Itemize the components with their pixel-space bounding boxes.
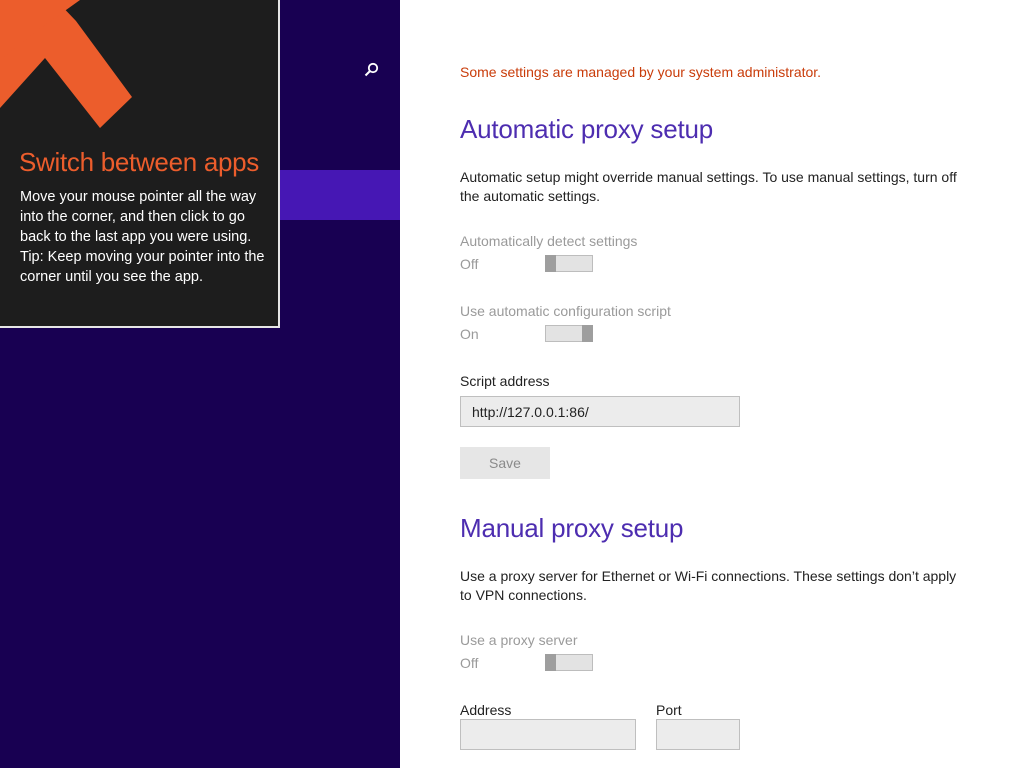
corner-arrow-icon <box>0 0 132 128</box>
automatic-proxy-title: Automatic proxy setup <box>460 114 714 144</box>
tip-title: Switch between apps <box>19 147 260 177</box>
script-address-label: Script address <box>460 373 550 389</box>
tip-body: Move your mouse pointer all the way into… <box>20 187 265 287</box>
proxy-address-input[interactable] <box>460 719 636 750</box>
admin-note: Some settings are managed by your system… <box>460 64 822 80</box>
auto-script-label: Use automatic configuration script <box>460 303 671 319</box>
search-icon[interactable] <box>360 60 382 82</box>
auto-detect-label: Automatically detect settings <box>460 233 638 249</box>
use-proxy-state: Off <box>460 655 479 671</box>
selected-nav-item[interactable] <box>279 170 400 220</box>
use-proxy-toggle[interactable] <box>545 654 593 671</box>
auto-detect-state: Off <box>460 256 479 272</box>
proxy-port-input[interactable] <box>656 719 740 750</box>
use-proxy-label: Use a proxy server <box>460 632 578 648</box>
auto-detect-toggle[interactable] <box>545 255 593 272</box>
switch-apps-tip: Switch between apps Move your mouse poin… <box>0 0 280 328</box>
script-address-input[interactable] <box>460 396 740 427</box>
proxy-port-label: Port <box>656 702 682 718</box>
manual-proxy-title: Manual proxy setup <box>460 513 684 543</box>
save-button[interactable]: Save <box>460 447 550 479</box>
toggle-thumb <box>545 255 556 272</box>
manual-proxy-description: Use a proxy server for Ethernet or Wi-Fi… <box>460 568 957 603</box>
tip-body-hint: Tip: Keep moving your pointer into the c… <box>20 249 265 285</box>
tip-body-text: Move your mouse pointer all the way into… <box>20 189 257 245</box>
automatic-proxy-description: Automatic setup might override manual se… <box>460 169 957 204</box>
toggle-thumb <box>545 654 556 671</box>
proxy-address-label: Address <box>460 702 512 718</box>
toggle-thumb <box>582 325 593 342</box>
auto-script-toggle[interactable] <box>545 325 593 342</box>
auto-script-state: On <box>460 326 479 342</box>
